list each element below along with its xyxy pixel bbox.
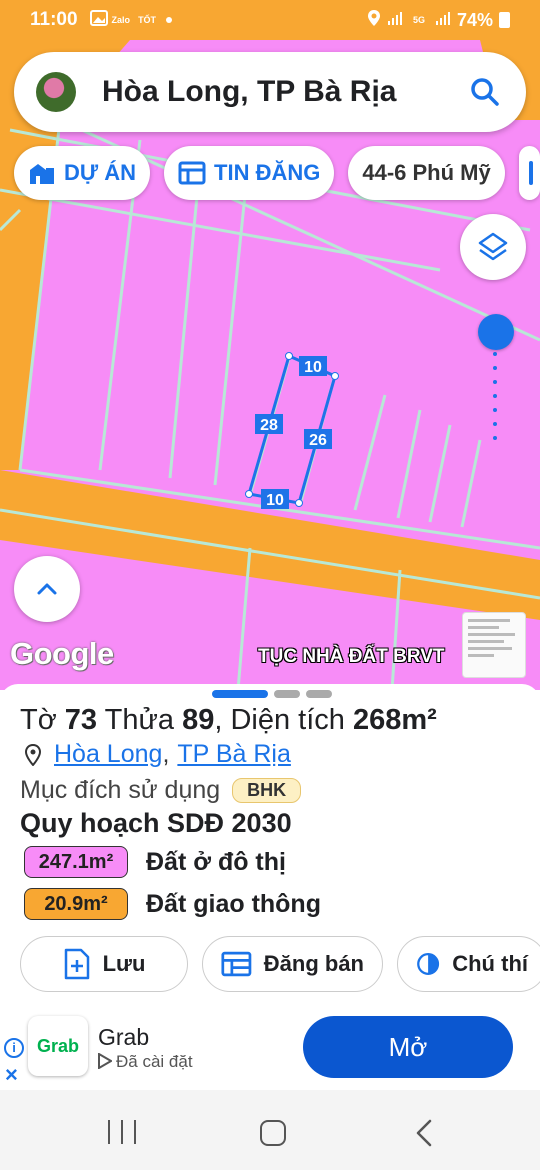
parcel-edge-bottom-label: 10 — [266, 492, 284, 509]
sheet-pager[interactable] — [212, 690, 332, 698]
gallery-icon — [89, 9, 108, 31]
purpose-code-badge[interactable]: BHK — [232, 778, 302, 803]
ad-open-button[interactable]: Mở — [303, 1016, 513, 1078]
post-for-sale-label: Đăng bán — [263, 951, 364, 976]
status-bar: 11:00 Zalo TỐT 5G 74% — [0, 0, 540, 40]
parcel-title: Tờ 73 Thửa 89, Diện tích 268m² — [20, 704, 437, 737]
search-icon[interactable] — [470, 77, 500, 107]
map-watermark: TỤC NHÀ ĐẤT BRVT — [258, 646, 445, 667]
expand-up-button[interactable] — [14, 556, 80, 622]
land-use-area-chip: 247.1m² — [24, 846, 128, 878]
land-use-area-chip: 20.9m² — [24, 888, 128, 920]
area-value: 268m² — [352, 704, 437, 736]
ad-title[interactable]: Grab — [98, 1024, 149, 1051]
signal-icon — [387, 10, 403, 31]
chip-tin-dang-label: TIN ĐĂNG — [214, 160, 321, 185]
parcel-edge-top-label: 10 — [304, 359, 322, 376]
chip-phu-my-label: 44-6 Phú Mỹ — [362, 160, 491, 185]
action-buttons: Lưu Đăng bán Chú thí — [20, 936, 540, 992]
location-row: Hòa Long, TP Bà Rịa — [24, 740, 291, 769]
google-logo: Google — [10, 636, 114, 671]
half-circle-icon — [417, 953, 440, 975]
system-nav-bar — [0, 1090, 540, 1170]
network-type: 5G — [412, 15, 425, 25]
ad-subtitle: Đã cài đặt — [98, 1052, 193, 1072]
zalo-notification-icon: Zalo — [111, 15, 131, 25]
plot-number: 89 — [182, 704, 215, 736]
ad-close-icon[interactable]: × — [5, 1062, 18, 1088]
ad-info-icon[interactable]: i — [4, 1038, 24, 1058]
battery-icon — [499, 12, 510, 28]
city-link[interactable]: TP Bà Rịa — [177, 740, 290, 769]
add-file-icon — [64, 948, 89, 980]
land-use-label: Đất giao thông — [146, 889, 321, 918]
location-comma: , — [162, 740, 170, 768]
legend-button-label: Chú thí — [452, 951, 528, 976]
legend-button[interactable]: Chú thí — [397, 936, 540, 992]
battery-percent: 74% — [456, 9, 493, 30]
pager-dot[interactable] — [274, 690, 300, 698]
listing-icon — [178, 161, 206, 185]
parcel-info-sheet: Tờ 73 Thửa 89, Diện tích 268m² Hòa Long,… — [0, 684, 540, 1004]
post-for-sale-button[interactable]: Đăng bán — [202, 936, 383, 992]
sheet-number: 73 — [64, 704, 98, 736]
avatar[interactable] — [36, 72, 76, 112]
purpose-label: Mục đích sử dụng — [20, 776, 221, 804]
recent-apps-icon[interactable] — [108, 1120, 136, 1144]
home-icon[interactable] — [260, 1120, 286, 1146]
save-button[interactable]: Lưu — [20, 936, 188, 992]
ad-banner: i × Grab Grab Đã cài đặt Mở — [0, 1004, 540, 1090]
grab-logo[interactable]: Grab — [28, 1016, 88, 1076]
parcel-edge-right-label: 26 — [309, 432, 327, 449]
search-bar[interactable]: Hòa Long, TP Bà Rịa — [14, 52, 526, 132]
title-comma: , — [214, 704, 223, 736]
location-pin-icon — [24, 743, 42, 766]
layers-icon — [478, 232, 508, 261]
chip-du-an[interactable]: DỰ ÁN — [14, 146, 151, 200]
save-button-label: Lưu — [102, 951, 146, 976]
filter-chips: DỰ ÁN TIN ĐĂNG 44-6 Phú Mỹ — [14, 146, 540, 200]
signal-icon-2 — [435, 10, 451, 31]
listing-icon — [221, 951, 252, 977]
chip-phu-my[interactable]: 44-6 Phú Mỹ — [348, 146, 505, 200]
location-icon — [367, 9, 381, 32]
tot-notification-icon: TỐT — [138, 15, 157, 25]
land-use-label: Đất ở đô thị — [146, 847, 286, 876]
chevron-up-icon — [37, 583, 57, 595]
pager-dot[interactable] — [306, 690, 332, 698]
status-time: 11:00 — [30, 9, 78, 30]
ad-thumbnail[interactable] — [462, 612, 526, 678]
search-query[interactable]: Hòa Long, TP Bà Rịa — [102, 75, 396, 109]
parcel-edge-left-label: 28 — [260, 417, 278, 434]
opacity-slider-knob[interactable] — [478, 314, 514, 350]
sheet-label: Tờ — [20, 704, 57, 736]
area-label: Diện tích — [230, 704, 345, 736]
play-store-icon — [98, 1052, 113, 1070]
back-icon[interactable] — [414, 1118, 434, 1148]
building-icon — [30, 164, 54, 184]
plot-label: Thửa — [104, 704, 174, 736]
pager-dot-active[interactable] — [212, 690, 268, 698]
plan-title: Quy hoạch SDĐ 2030 — [20, 808, 292, 838]
purpose-row: Mục đích sử dụng BHK — [20, 776, 302, 805]
chip-du-an-label: DỰ ÁN — [64, 160, 137, 185]
ward-link[interactable]: Hòa Long — [54, 740, 162, 769]
layers-button[interactable] — [460, 214, 526, 280]
dot-icon — [166, 17, 173, 23]
chip-more[interactable] — [518, 146, 540, 200]
chip-tin-dang[interactable]: TIN ĐĂNG — [164, 146, 335, 200]
chip-more-icon — [528, 161, 533, 185]
land-use-row: 20.9m² Đất giao thông — [24, 888, 321, 920]
land-use-row: 247.1m² Đất ở đô thị — [24, 846, 286, 878]
ad-subtitle-text: Đã cài đặt — [116, 1052, 193, 1071]
